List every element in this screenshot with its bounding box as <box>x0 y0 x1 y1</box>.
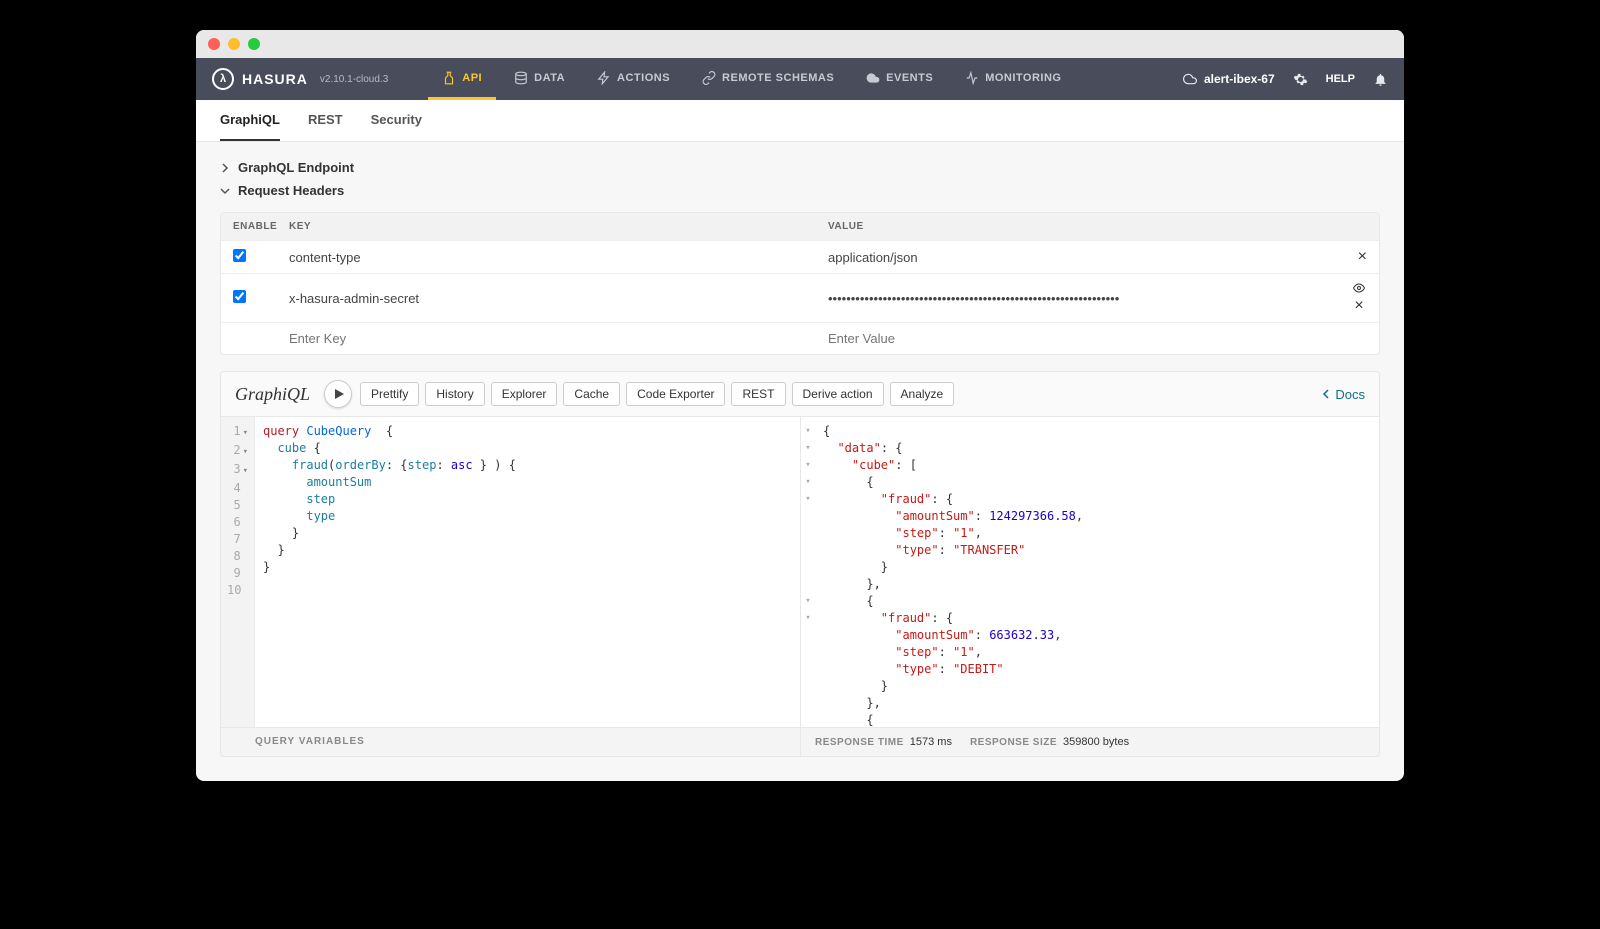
headers-section-label: Request Headers <box>238 183 344 198</box>
header-row: x-hasura-admin-secret•••••••••••••••••••… <box>221 273 1379 322</box>
tab-graphiql[interactable]: GraphiQL <box>220 100 280 141</box>
tab-security[interactable]: Security <box>371 100 422 141</box>
run-query-button[interactable] <box>324 380 352 408</box>
cache-button[interactable]: Cache <box>563 382 620 406</box>
graphiql-footer: QUERY VARIABLES RESPONSE TIME 1573 ms RES… <box>221 727 1379 756</box>
topnav-item-data[interactable]: DATA <box>500 58 579 100</box>
headers-table: ENABLE KEY VALUE content-typeapplication… <box>220 212 1380 355</box>
app-window: λ HASURA v2.10.1-cloud.3 API DATA ACTIONS R… <box>196 30 1404 781</box>
header-row: content-typeapplication/json × <box>221 240 1379 273</box>
prettify-button[interactable]: Prettify <box>360 382 419 406</box>
cloud-icon <box>1182 72 1198 86</box>
remove-header-button[interactable]: × <box>1354 298 1363 314</box>
graphiql-logo: GraphiQL <box>235 384 310 405</box>
chevron-right-icon <box>220 163 230 173</box>
nav-label: DATA <box>534 72 565 84</box>
headers-table-head: ENABLE KEY VALUE <box>221 213 1379 240</box>
nav-label: REMOTE SCHEMAS <box>722 72 834 84</box>
response-size-value: 359800 bytes <box>1063 736 1129 748</box>
rest-button[interactable]: REST <box>731 382 785 406</box>
graphiql-body: 1▾2▾3▾4 5 6 7 8 9 10 query CubeQuery { c… <box>221 417 1379 727</box>
nav-label: API <box>462 72 482 84</box>
project-selector[interactable]: alert-ibex-67 <box>1182 72 1275 86</box>
topnav-item-remote-schemas[interactable]: REMOTE SCHEMAS <box>688 58 848 100</box>
topnav-item-monitoring[interactable]: MONITORING <box>951 58 1075 100</box>
header-value-input[interactable] <box>828 331 1367 346</box>
brand-version: v2.10.1-cloud.3 <box>320 74 388 85</box>
tab-rest[interactable]: REST <box>308 100 343 141</box>
topnav-item-events[interactable]: EVENTS <box>852 58 947 100</box>
top-nav-right: alert-ibex-67 HELP <box>1182 72 1388 87</box>
nav-icon <box>597 71 611 85</box>
nav-label: ACTIONS <box>617 72 670 84</box>
nav-icon <box>514 71 528 85</box>
nav-icon <box>965 71 979 85</box>
response-time-label: RESPONSE TIME <box>815 737 904 748</box>
gear-icon[interactable] <box>1293 72 1308 87</box>
history-button[interactable]: History <box>425 382 484 406</box>
window-minimize-icon[interactable] <box>228 38 240 50</box>
docs-toggle[interactable]: Docs <box>1321 387 1365 402</box>
nav-icon <box>702 71 716 85</box>
sub-nav: GraphiQL REST Security <box>196 100 1404 142</box>
endpoint-section-toggle[interactable]: GraphQL Endpoint <box>220 156 1380 179</box>
chevron-down-icon <box>220 186 230 196</box>
response-time-value: 1573 ms <box>910 736 952 748</box>
query-variables-toggle[interactable]: QUERY VARIABLES <box>221 728 800 756</box>
brand: λ HASURA v2.10.1-cloud.3 <box>212 68 388 90</box>
topnav-item-api[interactable]: API <box>428 58 496 100</box>
query-gutter: 1▾2▾3▾4 5 6 7 8 9 10 <box>221 417 255 727</box>
response-stats: RESPONSE TIME 1573 ms RESPONSE SIZE 359800… <box>800 728 1379 756</box>
nav-label: MONITORING <box>985 72 1061 84</box>
col-key-label: KEY <box>289 221 828 232</box>
window-titlebar <box>196 30 1404 58</box>
header-value[interactable]: application/json <box>828 250 918 265</box>
header-enable-checkbox[interactable] <box>233 290 246 303</box>
window-close-icon[interactable] <box>208 38 220 50</box>
chevron-left-icon <box>1321 389 1331 399</box>
bell-icon[interactable] <box>1373 72 1388 87</box>
result-viewer[interactable]: { "data": { "cube": [ { "fraud": { "amou… <box>815 417 1379 727</box>
window-zoom-icon[interactable] <box>248 38 260 50</box>
graphiql-toolbar: GraphiQL PrettifyHistory ExplorerCacheCod… <box>221 372 1379 417</box>
top-nav-items: API DATA ACTIONS REMOTE SCHEMAS EVENTS MONITO… <box>428 58 1075 100</box>
header-key[interactable]: x-hasura-admin-secret <box>289 291 828 306</box>
query-editor[interactable]: query CubeQuery { cube { fraud(orderBy: … <box>255 417 800 727</box>
endpoint-section-label: GraphQL Endpoint <box>238 160 354 175</box>
explorer-button[interactable]: Explorer <box>491 382 558 406</box>
header-enable-checkbox[interactable] <box>233 249 246 262</box>
result-pane: ▾▾▾▾▾ ▾▾ { "data": { "cube": [ { "fraud"… <box>800 417 1379 727</box>
hasura-logo-icon: λ <box>212 68 234 90</box>
col-enable-label: ENABLE <box>233 221 289 232</box>
header-value[interactable]: ••••••••••••••••••••••••••••••••••••••••… <box>828 291 1119 306</box>
nav-icon <box>866 71 880 85</box>
content: GraphQL Endpoint Request Headers ENABLE … <box>196 142 1404 781</box>
project-name: alert-ibex-67 <box>1204 72 1275 86</box>
code-exporter-button[interactable]: Code Exporter <box>626 382 725 406</box>
remove-header-button[interactable]: × <box>1358 249 1367 265</box>
help-link[interactable]: HELP <box>1326 73 1355 85</box>
result-fold-gutter: ▾▾▾▾▾ ▾▾ <box>801 417 815 727</box>
nav-label: EVENTS <box>886 72 933 84</box>
headers-new-row <box>221 322 1379 354</box>
docs-label: Docs <box>1335 387 1365 402</box>
header-key-input[interactable] <box>289 331 828 346</box>
derive-action-button[interactable]: Derive action <box>792 382 884 406</box>
graphiql-panel: GraphiQL PrettifyHistory ExplorerCacheCod… <box>220 371 1380 757</box>
brand-name: HASURA <box>242 71 308 87</box>
analyze-button[interactable]: Analyze <box>890 382 955 406</box>
top-nav: λ HASURA v2.10.1-cloud.3 API DATA ACTIONS R… <box>196 58 1404 100</box>
topnav-item-actions[interactable]: ACTIONS <box>583 58 684 100</box>
response-size-label: RESPONSE SIZE <box>970 737 1057 748</box>
header-key[interactable]: content-type <box>289 250 828 265</box>
col-value-label: VALUE <box>828 221 1367 232</box>
reveal-icon[interactable] <box>1351 282 1367 294</box>
headers-section-toggle[interactable]: Request Headers <box>220 179 1380 202</box>
nav-icon <box>442 71 456 85</box>
